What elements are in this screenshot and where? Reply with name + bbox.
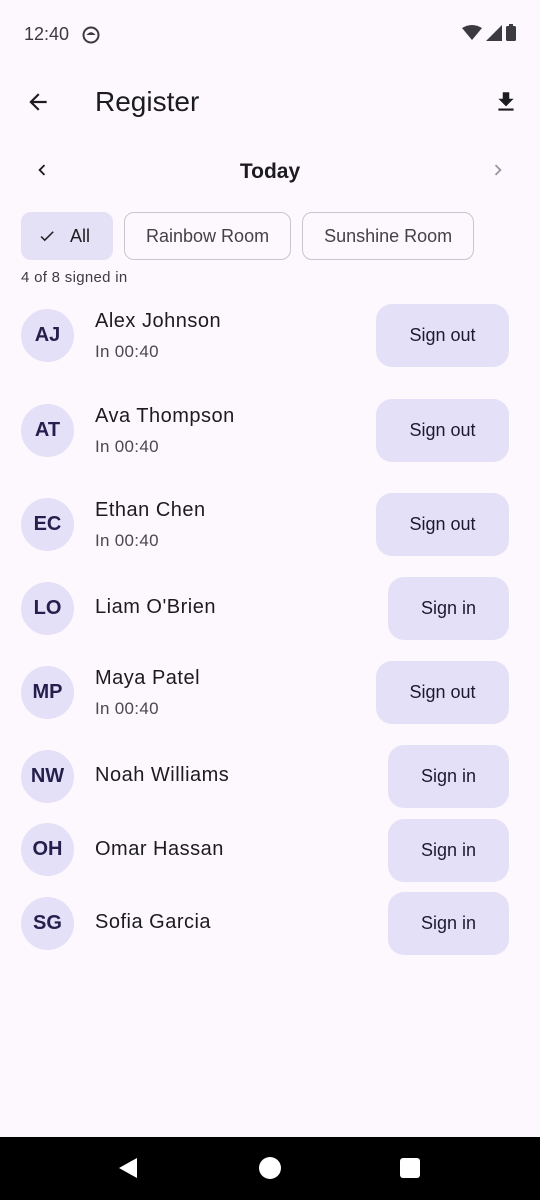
nav-recents-icon[interactable] bbox=[400, 1158, 420, 1178]
list-item: EC Ethan Chen In 00:40 Sign out bbox=[0, 493, 540, 557]
avatar: MP bbox=[21, 666, 74, 719]
sign-out-button[interactable]: Sign out bbox=[376, 304, 509, 367]
list-item: LO Liam O'Brien Sign in bbox=[0, 577, 540, 641]
room-filter-chips: All Rainbow Room Sunshine Room bbox=[21, 212, 475, 260]
download-button[interactable] bbox=[484, 82, 528, 126]
child-name: Noah Williams bbox=[95, 764, 230, 786]
sign-out-button[interactable]: Sign out bbox=[376, 661, 509, 724]
filter-chip-sunshine-room[interactable]: Sunshine Room bbox=[302, 212, 475, 260]
list-item: AJ Alex Johnson In 00:40 Sign out bbox=[0, 304, 540, 368]
sign-in-time: In 00:40 bbox=[95, 342, 159, 361]
status-time: 12:40 bbox=[24, 24, 70, 44]
avatar: LO bbox=[21, 582, 74, 635]
child-name: Alex Johnson bbox=[95, 310, 222, 332]
sign-in-time: In 00:40 bbox=[95, 699, 159, 718]
filter-chip-rainbow-room[interactable]: Rainbow Room bbox=[124, 212, 292, 260]
cellular-signal-icon bbox=[486, 24, 502, 46]
filter-chip-all[interactable]: All bbox=[21, 212, 114, 260]
signed-in-count: 4 of 8 signed in bbox=[21, 269, 128, 286]
list-item: MP Maya Patel In 00:40 Sign out bbox=[0, 661, 540, 725]
app-notification-icon bbox=[82, 26, 100, 44]
avatar: NW bbox=[21, 750, 74, 803]
filter-chip-label: Sunshine Room bbox=[324, 225, 453, 246]
sign-out-button[interactable]: Sign out bbox=[376, 493, 509, 556]
system-navigation-bar bbox=[0, 1137, 540, 1200]
check-icon bbox=[38, 227, 56, 245]
avatar: AT bbox=[21, 404, 74, 457]
sign-in-button[interactable]: Sign in bbox=[388, 745, 509, 808]
date-navigator: Today bbox=[0, 148, 540, 198]
arrow-back-icon bbox=[25, 89, 51, 120]
child-name: Maya Patel bbox=[95, 667, 201, 689]
chevron-right-icon bbox=[487, 159, 509, 186]
list-item: NW Noah Williams Sign in bbox=[0, 745, 540, 809]
sign-in-button[interactable]: Sign in bbox=[388, 577, 509, 640]
child-name: Omar Hassan bbox=[95, 838, 224, 860]
filter-chip-label: All bbox=[70, 225, 91, 246]
sign-in-time: In 00:40 bbox=[95, 531, 159, 550]
sign-out-button[interactable]: Sign out bbox=[376, 399, 509, 462]
avatar: EC bbox=[21, 498, 74, 551]
filter-chip-label: Rainbow Room bbox=[146, 225, 270, 246]
wifi-icon bbox=[462, 24, 482, 46]
date-label: Today bbox=[239, 160, 301, 183]
status-bar: 12:40 bbox=[0, 0, 540, 70]
avatar: SG bbox=[21, 897, 74, 950]
child-name: Sofia Garcia bbox=[95, 911, 212, 933]
child-name: Ethan Chen bbox=[95, 499, 206, 521]
sign-in-button[interactable]: Sign in bbox=[388, 819, 509, 882]
child-name: Liam O'Brien bbox=[95, 596, 216, 618]
nav-home-icon[interactable] bbox=[259, 1157, 281, 1179]
avatar: OH bbox=[21, 823, 74, 876]
avatar: AJ bbox=[21, 309, 74, 362]
child-name: Ava Thompson bbox=[95, 405, 235, 427]
nav-back-icon[interactable] bbox=[117, 1157, 139, 1184]
list-item: AT Ava Thompson In 00:40 Sign out bbox=[0, 399, 540, 463]
next-day-button[interactable] bbox=[480, 154, 516, 190]
list-item: SG Sofia Garcia Sign in bbox=[0, 892, 540, 956]
sign-in-time: In 00:40 bbox=[95, 437, 159, 456]
list-item: OH Omar Hassan Sign in bbox=[0, 819, 540, 883]
battery-icon bbox=[506, 24, 516, 46]
top-app-bar: Register bbox=[0, 70, 540, 140]
back-button[interactable] bbox=[16, 82, 60, 126]
sign-in-button[interactable]: Sign in bbox=[388, 892, 509, 955]
download-icon bbox=[493, 89, 519, 120]
page-title: Register bbox=[95, 86, 200, 117]
